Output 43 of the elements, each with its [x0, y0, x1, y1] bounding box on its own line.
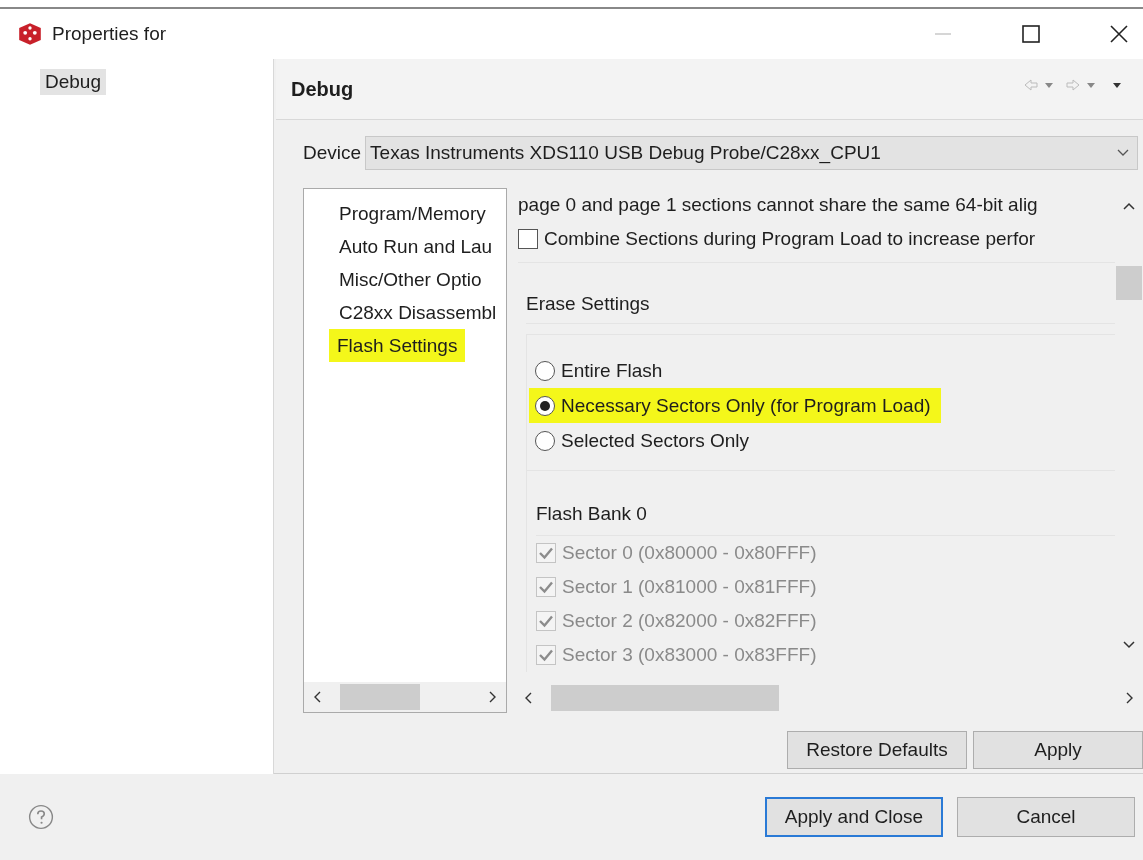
- close-icon[interactable]: [1109, 24, 1129, 44]
- radio-label: Entire Flash: [561, 359, 663, 382]
- checkbox-label: Combine Sections during Program Load to increase perfor: [544, 228, 1036, 250]
- nav-item[interactable]: Program/Memory: [339, 197, 486, 230]
- sidebar-item[interactable]: Debug: [40, 69, 106, 95]
- checkbox-label: Sector 2 (0x82000 - 0x82FFF): [562, 610, 817, 632]
- dialog-button[interactable]: Cancel: [957, 797, 1135, 837]
- scrollbar-thumb[interactable]: [340, 684, 420, 710]
- radio-button[interactable]: [535, 395, 555, 416]
- group-title: Erase Settings: [526, 293, 1115, 324]
- scroll-left-icon[interactable]: [314, 691, 322, 703]
- radio-button[interactable]: [535, 360, 555, 381]
- nav-item[interactable]: Misc/Other Optio: [339, 263, 482, 296]
- page-button[interactable]: Apply: [973, 731, 1143, 769]
- dialog-button[interactable]: Apply and Close: [765, 797, 943, 837]
- radio-button[interactable]: [535, 430, 555, 451]
- scroll-left-icon[interactable]: [525, 692, 533, 704]
- scroll-down-icon[interactable]: [1123, 641, 1135, 649]
- device-dropdown[interactable]: Texas Instruments XDS110 USB Debug Probe/C28xx_CPU1: [365, 136, 1138, 170]
- page-button[interactable]: Restore Defaults: [787, 731, 967, 769]
- radio-label: Necessary Sectors Only (for Program Load): [561, 394, 931, 417]
- device-label: Device: [303, 142, 362, 164]
- checkbox[interactable]: [518, 229, 538, 249]
- nav-item[interactable]: C28xx Disassembl: [339, 296, 497, 329]
- maximize-icon[interactable]: [1021, 24, 1041, 44]
- nav-item[interactable]: Auto Run and Lau: [339, 230, 493, 263]
- group-title: Flash Bank 0: [536, 503, 1115, 536]
- chevron-down-icon: [1117, 149, 1129, 157]
- help-icon[interactable]: [28, 804, 54, 830]
- scroll-right-icon[interactable]: [488, 691, 496, 703]
- app-icon: [18, 22, 42, 46]
- radio-label: Selected Sectors Only: [561, 429, 749, 452]
- window-title: Properties for: [52, 23, 167, 45]
- checkbox-label: Sector 3 (0x83000 - 0x83FFF): [562, 644, 817, 666]
- checkbox-label: Sector 0 (0x80000 - 0x80FFF): [562, 542, 817, 564]
- checkbox-label: Sector 1 (0x81000 - 0x81FFF): [562, 576, 817, 598]
- scrollbar-thumb[interactable]: [551, 685, 779, 711]
- scrollbar-thumb[interactable]: [1116, 266, 1142, 300]
- note-text: page 0 and page 1 sections cannot share the same 64-bit alig: [518, 193, 1039, 217]
- scroll-up-icon[interactable]: [1123, 202, 1135, 210]
- page-title: Debug: [291, 77, 354, 101]
- nav-item[interactable]: Flash Settings: [329, 329, 466, 362]
- scroll-right-icon[interactable]: [1125, 692, 1133, 704]
